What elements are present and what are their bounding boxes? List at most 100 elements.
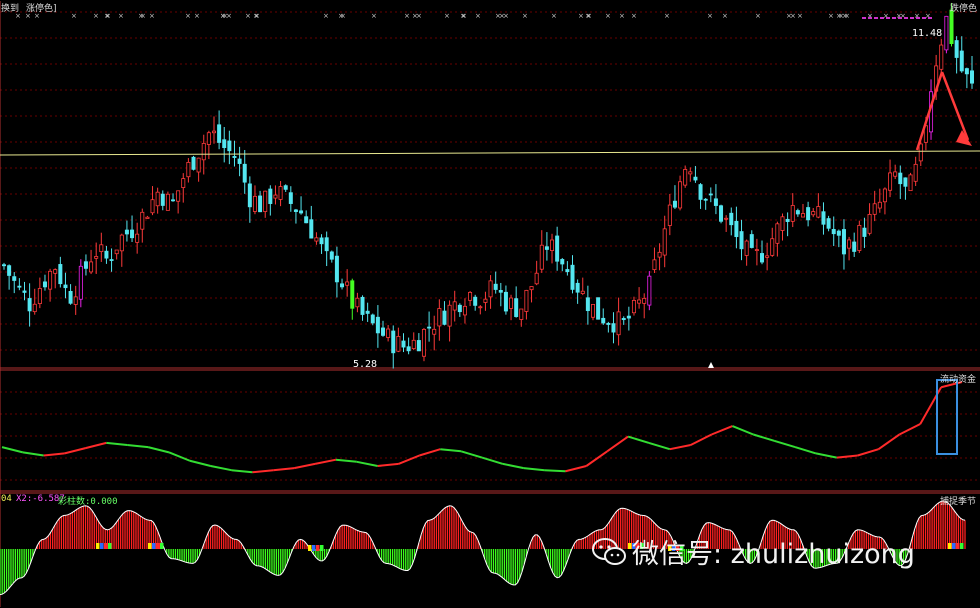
color-block [308,545,312,551]
candle-body [53,269,58,274]
candle-body [206,132,211,145]
candle-body [109,259,114,261]
candle-body [73,296,78,305]
signal-mark: × [140,12,146,20]
signal-mark: × [185,12,191,20]
candle-body [145,216,150,219]
signal-mark: × [605,12,611,20]
color-block [320,545,324,551]
candle-body [27,298,32,312]
flow-segment [106,441,128,446]
signal-mark: × [222,12,228,20]
signal-mark: × [836,12,842,20]
candle-body [744,240,749,256]
candle-body [355,297,360,308]
flow-segment [419,448,441,457]
candle-body [360,296,365,315]
candle-body [964,68,969,75]
candle-body [575,282,580,293]
color-block [960,543,964,549]
high-price-label: 11.48 [912,28,943,39]
candle-body [519,308,524,320]
candle-body [596,297,601,320]
flow-segment [481,456,504,465]
candle-body [273,194,278,199]
candle-body [918,143,923,162]
color-block [148,543,152,549]
candle-body [939,44,944,70]
header-right-label[interactable]: 跌停色 [950,1,977,14]
signal-mark: × [371,12,377,20]
candle-body [770,238,775,256]
candle-body [754,249,759,251]
flow-segment [565,465,587,473]
signal-mark: × [722,12,728,20]
candle-body [959,50,964,72]
candle-body [954,40,959,58]
candle-body [780,216,785,231]
flow-segment [669,444,691,451]
candle-body [42,281,47,288]
candle-body [647,275,652,306]
flow-segment [794,446,817,455]
arrow-up [915,71,944,151]
flow-segment [293,462,316,470]
flow-segment [252,469,274,474]
header-left-label-2[interactable]: 涨停色] [26,1,57,14]
candle-body [252,195,257,212]
signal-mark: × [631,12,637,20]
candle-body [329,251,334,260]
flow-segment [22,451,44,457]
candle-body [94,256,99,259]
candle-body [662,228,667,256]
candle-body [37,288,42,304]
signal-mark: × [755,12,761,20]
flow-segment [544,469,566,473]
candle-body [616,311,621,336]
candle-body [811,211,816,216]
candle-body [258,195,263,213]
candle-body [760,253,765,263]
candle-body [89,261,94,273]
candle-body [852,241,857,252]
flow-segment [85,441,107,450]
candle-body [800,213,805,218]
signal-mark: × [338,12,344,20]
flow-segment [147,446,170,454]
candle-body [903,177,908,187]
candle-body [201,143,206,161]
flow-segment [189,459,211,467]
flow-segment [815,452,837,459]
candle-body [437,308,442,327]
signal-mark: × [786,12,792,20]
candle-body [544,246,549,250]
candle-body [293,209,298,212]
candle-body [765,255,770,258]
signal-mark: × [551,12,557,20]
candle-body [176,190,181,202]
candle-body [734,220,739,238]
candle-body [32,303,37,313]
candle-body [857,224,862,251]
candle-body [488,280,493,298]
candle-body [427,326,432,329]
signal-mark: × [828,12,834,20]
candle-body [775,223,780,244]
candle-body [585,297,590,312]
candle-body [401,340,406,348]
candle-body [790,205,795,222]
candle-body [150,199,155,214]
candle-body [524,289,529,312]
header-left-label-1[interactable]: 换到 [1,1,19,14]
candle-body [555,235,560,262]
flow-segment [398,454,420,465]
candle-body [719,205,724,222]
flow-segment [877,433,900,451]
candle-body [565,269,570,273]
signal-mark: × [444,12,450,20]
candle-body [135,233,140,243]
candle-body [698,184,703,200]
candle-body [729,212,734,226]
candle-body [211,130,216,134]
candle-body [621,318,626,321]
